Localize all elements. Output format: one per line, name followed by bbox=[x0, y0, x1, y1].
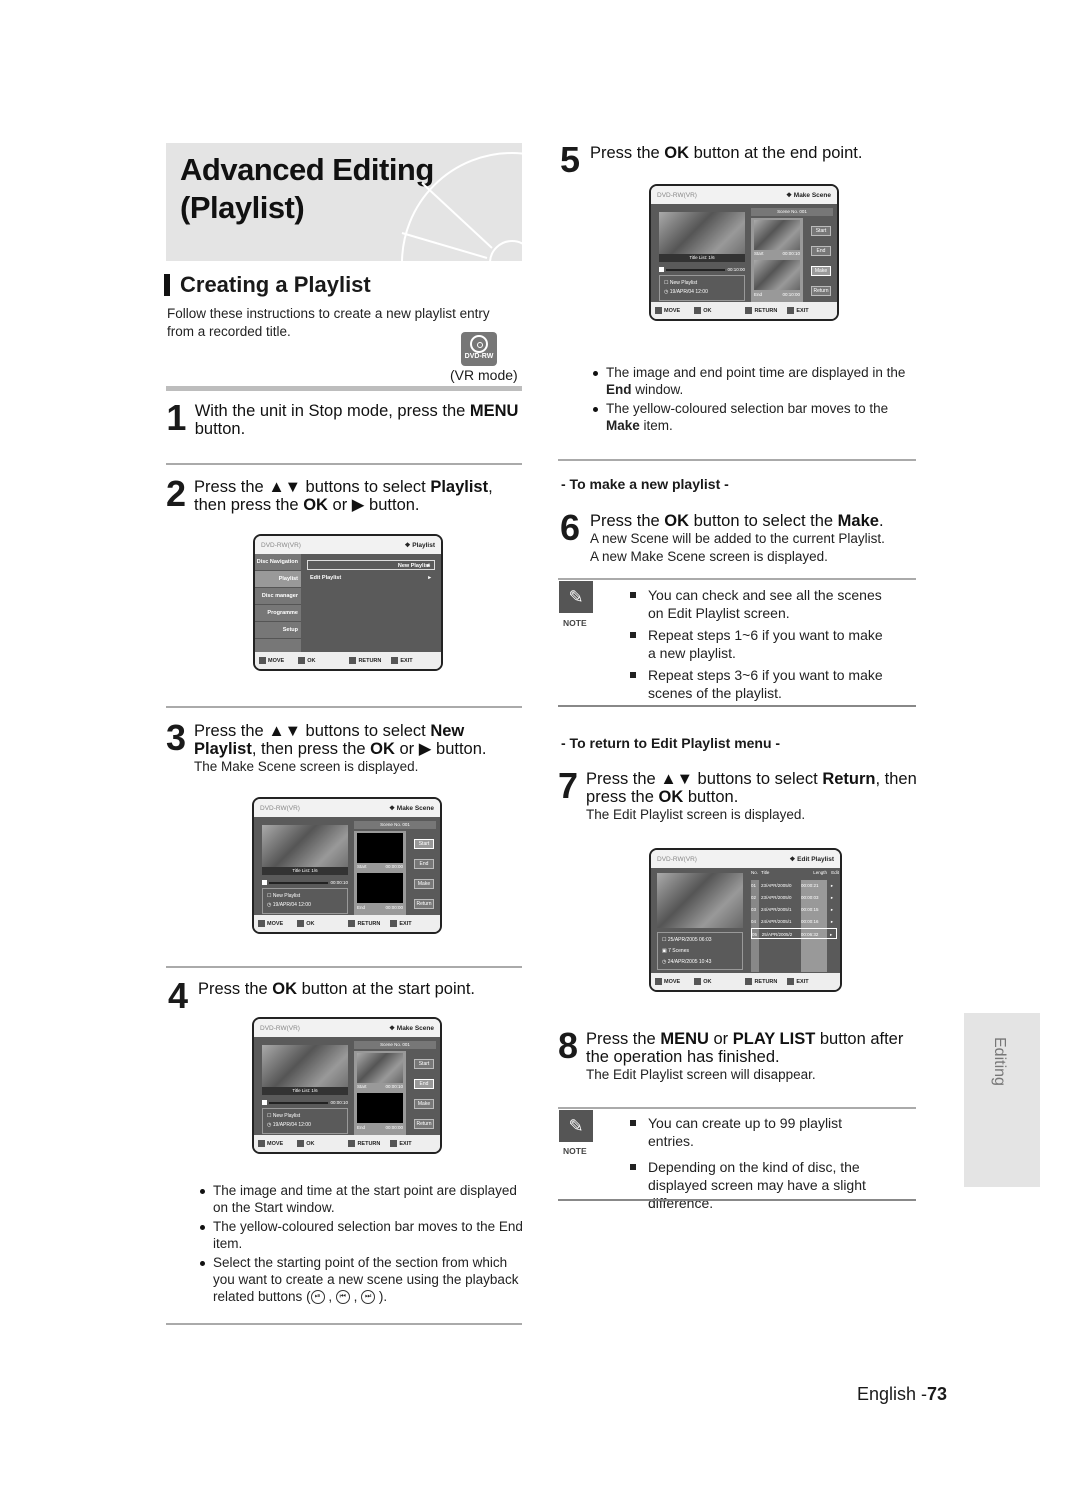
end-thumbnail bbox=[754, 260, 800, 290]
step-5-bullets: The image and end point time are display… bbox=[593, 364, 918, 436]
divider bbox=[166, 1323, 522, 1325]
note-pencil-icon: ✎ bbox=[559, 581, 593, 613]
menu-side-item[interactable]: Disc Navigation bbox=[255, 554, 301, 571]
playlist-row-selected[interactable]: 05 25/APR/2005/2 00:06:32 ▸ bbox=[751, 928, 837, 939]
step-6: 6 Press the OK button to select the Make… bbox=[559, 507, 885, 565]
note-item: You can create up to 99 playlist entries… bbox=[626, 1114, 891, 1150]
end-button[interactable]: End bbox=[414, 859, 434, 869]
step-5: 5 Press the OK button at the end point. bbox=[559, 139, 863, 180]
menu-side-item[interactable]: Disc manager bbox=[255, 588, 301, 605]
screen-footer: MOVE OK RETURN EXIT bbox=[651, 302, 837, 319]
divider bbox=[558, 705, 916, 707]
screen-make-scene-end: DVD-RW(VR) ❖ Make Scene Title List: 1/6 0… bbox=[252, 1017, 442, 1154]
return-button[interactable]: Return bbox=[811, 286, 831, 296]
playlist-row[interactable]: 04 24/APR/2005/1 00:00:16 ▸ bbox=[751, 916, 837, 927]
menu-item-new-playlist[interactable]: New Playlist ▸ bbox=[307, 560, 435, 570]
screen-make-scene-start: DVD-RW(VR) ❖ Make Scene Title List: 1/6 0… bbox=[252, 797, 442, 934]
divider bbox=[166, 386, 522, 391]
divider bbox=[166, 706, 522, 708]
skip-forward-button-icon: ⏭ bbox=[361, 1290, 376, 1305]
step-8: 8 Press the MENU or PLAY LIST button aft… bbox=[558, 1025, 904, 1083]
bullet-item: The yellow-coloured selection bar moves … bbox=[200, 1218, 525, 1252]
menu-side-item[interactable]: Playlist bbox=[255, 571, 301, 588]
screen-footer: MOVE OK RETURN EXIT bbox=[254, 915, 440, 932]
note-item: Repeat steps 1~6 if you want to make a n… bbox=[626, 626, 891, 662]
menu-side-item[interactable]: Setup bbox=[255, 622, 301, 639]
step-1: 1 With the unit in Stop mode, press the … bbox=[166, 397, 519, 439]
make-button[interactable]: Make bbox=[811, 266, 831, 276]
page-number: English -73 bbox=[857, 1384, 948, 1404]
step-2: 2 Press the ▲▼ buttons to select Playlis… bbox=[166, 473, 493, 515]
mode-label: (VR mode) bbox=[450, 367, 518, 383]
note-label: NOTE bbox=[563, 618, 587, 628]
end-button[interactable]: End bbox=[414, 1079, 434, 1089]
note-label: NOTE bbox=[563, 1146, 587, 1156]
note-list: You can check and see all the scenes on … bbox=[626, 586, 891, 706]
divider bbox=[558, 578, 916, 580]
make-button[interactable]: Make bbox=[414, 879, 434, 889]
end-button[interactable]: End bbox=[811, 246, 831, 256]
start-thumbnail bbox=[754, 220, 800, 250]
skip-back-button-icon: ⏮ bbox=[335, 1290, 350, 1305]
bullet-item: The image and time at the start point ar… bbox=[200, 1182, 525, 1216]
return-button[interactable]: Return bbox=[414, 899, 434, 909]
chapter-tab-editing[interactable]: Editing bbox=[964, 1013, 1040, 1187]
divider bbox=[558, 459, 916, 461]
start-thumbnail bbox=[357, 1053, 403, 1083]
screen-footer: MOVE OK RETURN EXIT bbox=[651, 973, 840, 990]
bullet-item: Select the starting point of the section… bbox=[200, 1254, 525, 1305]
menu-item-edit-playlist[interactable]: Edit Playlist ▸ bbox=[307, 573, 435, 583]
divider bbox=[558, 1107, 916, 1109]
start-button[interactable]: Start bbox=[414, 839, 434, 849]
bullet-item: The image and end point time are display… bbox=[593, 364, 918, 398]
dvd-rw-icon: DVD-RW bbox=[461, 332, 497, 366]
note-item: Repeat steps 3~6 if you want to make sce… bbox=[626, 666, 891, 702]
step-4-bullets: The image and time at the start point ar… bbox=[200, 1182, 525, 1307]
note-item: You can check and see all the scenes on … bbox=[626, 586, 891, 622]
start-button[interactable]: Start bbox=[414, 1059, 434, 1069]
divider bbox=[558, 1199, 916, 1201]
step-7: 7 Press the ▲▼ buttons to select Return,… bbox=[558, 765, 917, 823]
screen-footer: MOVE OK RETURN EXIT bbox=[255, 652, 441, 669]
menu-sidebar: Disc Navigation Playlist Disc manager Pr… bbox=[255, 554, 301, 654]
section-title: Creating a Playlist bbox=[164, 272, 371, 298]
note-pencil-icon: ✎ bbox=[559, 1110, 593, 1142]
make-button[interactable]: Make bbox=[414, 1099, 434, 1109]
screen-edit-playlist: DVD-RW(VR) ❖ Edit Playlist ☐ 25/APR/2005 … bbox=[649, 848, 842, 992]
subheading-new-playlist: - To make a new playlist - bbox=[561, 476, 729, 492]
disc-graphic-icon bbox=[401, 152, 522, 261]
divider bbox=[166, 966, 522, 968]
play-pause-button-icon: ⏯ bbox=[310, 1290, 325, 1305]
subheading-return-menu: - To return to Edit Playlist menu - bbox=[561, 735, 781, 751]
screen-playlist-menu: DVD-RW(VR) ❖ Playlist Disc Navigation Pla… bbox=[253, 534, 443, 671]
playlist-row[interactable]: 01 23/APR/2005/0 00:00:21 ▸ bbox=[751, 880, 837, 891]
screen-make-scene-make: DVD-RW(VR) ❖ Make Scene Title List: 1/6 0… bbox=[649, 184, 839, 321]
playlist-row[interactable]: 03 24/APR/2005/1 00:00:15 ▸ bbox=[751, 904, 837, 915]
playlist-row[interactable]: 02 23/APR/2005/0 00:00:03 ▸ bbox=[751, 892, 837, 903]
screen-footer: MOVE OK RETURN EXIT bbox=[254, 1135, 440, 1152]
section-marker bbox=[164, 274, 170, 296]
menu-side-item[interactable]: Programme bbox=[255, 605, 301, 622]
note-item: Depending on the kind of disc, the displ… bbox=[626, 1158, 891, 1212]
return-button[interactable]: Return bbox=[414, 1119, 434, 1129]
step-3: 3 Press the ▲▼ buttons to select New Pla… bbox=[166, 717, 487, 775]
start-button[interactable]: Start bbox=[811, 226, 831, 236]
step-4: 4 Press the OK button at the start point… bbox=[167, 975, 475, 1016]
bullet-item: The yellow-coloured selection bar moves … bbox=[593, 400, 918, 434]
divider bbox=[166, 463, 522, 465]
chapter-header: Advanced Editing (Playlist) bbox=[166, 143, 522, 261]
preview-image bbox=[657, 873, 743, 928]
